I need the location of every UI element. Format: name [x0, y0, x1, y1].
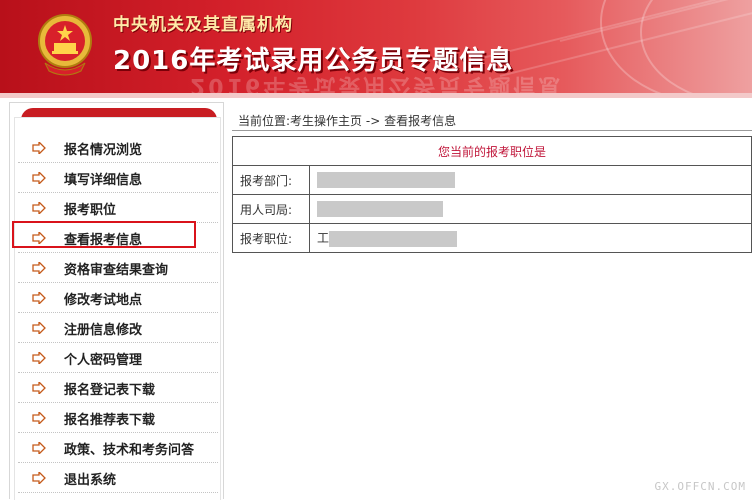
arrow-right-icon — [32, 322, 46, 334]
arrow-right-icon — [32, 142, 46, 154]
breadcrumb-divider — [232, 130, 752, 131]
sidebar-item-faq[interactable]: 政策、技术和考务问答 — [18, 434, 218, 463]
sidebar-item-label: 报名登记表下载 — [64, 383, 156, 398]
table-row: 报考职位: 工 — [232, 223, 752, 253]
arrow-right-icon — [32, 472, 46, 484]
sidebar-menu: 报名情况浏览 填写详细信息 报考职位 查看报考信息 资格审查结果查询 修改考试地… — [14, 117, 221, 500]
arrow-right-icon — [32, 202, 46, 214]
redacted-value — [317, 172, 455, 188]
field-label-position: 报考职位: — [232, 223, 310, 253]
breadcrumb: 当前位置:考生操作主页 -> 查看报考信息 — [238, 112, 456, 129]
arrow-right-icon — [32, 442, 46, 454]
arrow-right-icon — [32, 382, 46, 394]
arrow-right-icon — [32, 262, 46, 274]
sidebar-item-label: 个人密码管理 — [64, 353, 143, 368]
arrow-right-icon — [32, 172, 46, 184]
banner: 中央机关及其直属机构 2016年考试录用公务员专题信息 2016年考试录用公务员… — [0, 0, 752, 93]
sidebar-item-apply-position[interactable]: 报考职位 — [18, 194, 218, 223]
table-row: 用人司局: — [232, 194, 752, 224]
table-header: 您当前的报考职位是 — [232, 136, 752, 166]
sidebar-item-registration-overview[interactable]: 报名情况浏览 — [18, 134, 218, 163]
arrow-right-icon — [32, 292, 46, 304]
application-info-table: 您当前的报考职位是 报考部门: 用人司局: 报考职位: 工 — [232, 136, 752, 253]
redacted-value — [329, 230, 458, 247]
field-value-department — [309, 165, 752, 195]
sidebar-item-qualification-result[interactable]: 资格审查结果查询 — [18, 254, 218, 283]
sidebar-item-label: 政策、技术和考务问答 — [64, 443, 195, 458]
arrow-right-icon — [32, 352, 46, 364]
sidebar-item-label: 报名推荐表下载 — [64, 413, 156, 428]
sidebar-item-password-management[interactable]: 个人密码管理 — [18, 344, 218, 373]
sidebar-item-download-registration-form[interactable]: 报名登记表下载 — [18, 374, 218, 403]
banner-title-reflection: 2016年考试录用公务员专题信息 — [190, 73, 564, 93]
sidebar: 报名情况浏览 填写详细信息 报考职位 查看报考信息 资格审查结果查询 修改考试地… — [9, 102, 224, 500]
sidebar-item-label: 修改考试地点 — [64, 293, 143, 308]
sidebar-item-label: 报名情况浏览 — [64, 143, 143, 158]
sidebar-item-change-exam-location[interactable]: 修改考试地点 — [18, 284, 218, 313]
breadcrumb-home-link[interactable]: 考生操作主页 — [290, 114, 362, 128]
arrow-right-icon — [32, 412, 46, 424]
breadcrumb-current: 查看报考信息 — [384, 114, 457, 128]
banner-divider — [0, 93, 752, 98]
breadcrumb-prefix: 当前位置: — [238, 114, 291, 128]
field-label-department: 报考部门: — [232, 165, 310, 195]
redacted-value — [317, 201, 443, 217]
sidebar-item-logout[interactable]: 退出系统 — [18, 464, 218, 493]
sidebar-item-label: 退出系统 — [64, 473, 117, 488]
arrow-right-icon — [32, 232, 46, 244]
sidebar-item-label: 报考职位 — [64, 203, 117, 218]
table-header-row: 您当前的报考职位是 — [232, 136, 752, 166]
field-value-position: 工 — [309, 223, 752, 253]
sidebar-item-fill-details[interactable]: 填写详细信息 — [18, 164, 218, 193]
sidebar-item-label: 填写详细信息 — [64, 173, 143, 188]
sidebar-item-view-application[interactable]: 查看报考信息 — [18, 224, 218, 253]
sidebar-item-download-recommendation-form[interactable]: 报名推荐表下载 — [18, 404, 218, 433]
banner-subtitle: 中央机关及其直属机构 — [113, 15, 293, 35]
field-value-bureau — [309, 194, 752, 224]
sidebar-item-edit-registration[interactable]: 注册信息修改 — [18, 314, 218, 343]
national-emblem-icon — [38, 14, 92, 76]
breadcrumb-separator: -> — [365, 114, 381, 128]
field-label-bureau: 用人司局: — [232, 194, 310, 224]
sidebar-item-label: 查看报考信息 — [64, 233, 143, 248]
sidebar-item-label: 注册信息修改 — [64, 323, 143, 338]
site-watermark: GX.OFFCN.COM — [654, 480, 746, 493]
sidebar-item-label: 资格审查结果查询 — [64, 263, 169, 278]
table-row: 报考部门: — [232, 165, 752, 195]
